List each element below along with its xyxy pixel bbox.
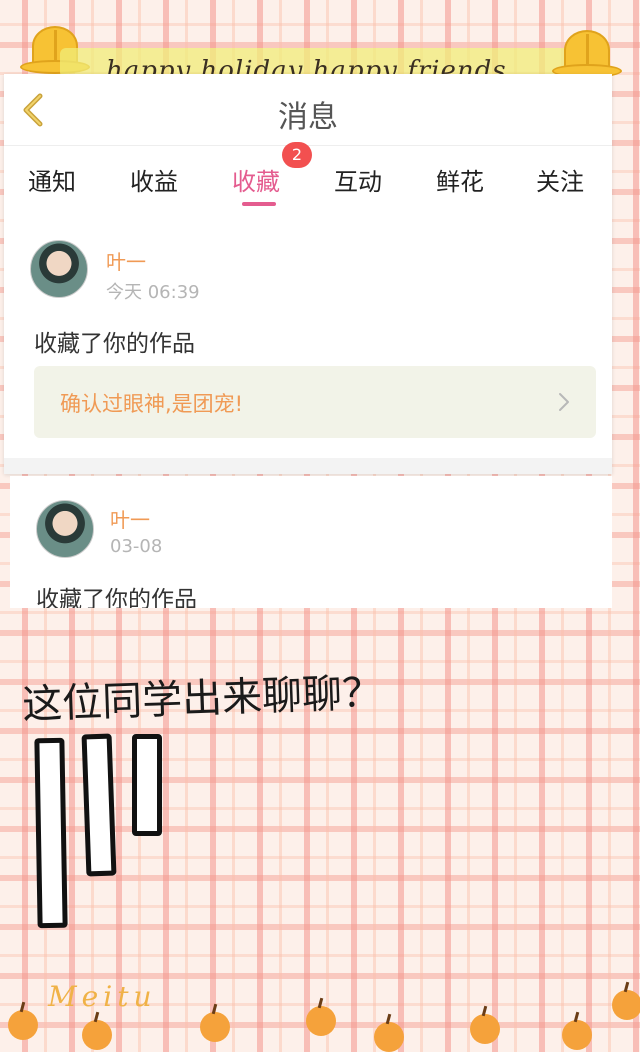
tab-notifications[interactable]: 通知 [28, 162, 76, 197]
timestamp: 03-08 [110, 536, 163, 557]
quoted-work-title: 确认过眼神,是团宠! [60, 392, 244, 416]
avatar[interactable] [30, 240, 88, 298]
meitu-watermark: Meitu [48, 980, 157, 1013]
chevron-right-icon [559, 393, 569, 411]
tab-following[interactable]: 关注 [536, 162, 584, 197]
tab-favorites[interactable]: 收藏 [232, 162, 280, 197]
doodle-bar-middle [81, 733, 117, 877]
caption-text: 这位同学出来聊聊？ [21, 669, 383, 729]
username[interactable]: 叶一 [110, 504, 150, 533]
orange-decoration [82, 1020, 112, 1050]
orange-decoration [306, 1006, 336, 1036]
message-screenshot-card-second: 叶一 03-08 收藏了你的作品 [10, 476, 612, 608]
message-text: 收藏了你的作品 [34, 331, 195, 357]
orange-decoration [8, 1010, 38, 1040]
list-divider [4, 458, 612, 474]
doodle-bar-left [34, 737, 68, 929]
orange-decoration [612, 990, 640, 1020]
orange-decoration [200, 1012, 230, 1042]
orange-decoration [470, 1014, 500, 1044]
message-screenshot-card: 消息 通知 收益 收藏 互动 鲜花 关注 2 叶一 今天 06:39 收藏了你的… [4, 74, 612, 474]
timestamp: 今天 06:39 [106, 282, 200, 303]
favorites-count-badge: 2 [282, 142, 312, 168]
navigation-bar: 消息 [4, 74, 612, 146]
tab-flowers[interactable]: 鲜花 [436, 162, 484, 197]
tab-earnings[interactable]: 收益 [130, 162, 178, 197]
avatar[interactable] [36, 500, 94, 558]
username[interactable]: 叶一 [106, 246, 146, 275]
page-title: 消息 [278, 100, 338, 135]
orange-decoration [374, 1022, 404, 1052]
quoted-work-link[interactable]: 确认过眼神,是团宠! [34, 366, 596, 438]
doodle-bar-right [132, 734, 162, 836]
orange-decoration [562, 1020, 592, 1050]
message-text: 收藏了你的作品 [36, 587, 197, 608]
tab-interactions[interactable]: 互动 [334, 162, 382, 197]
active-tab-indicator [242, 202, 276, 206]
